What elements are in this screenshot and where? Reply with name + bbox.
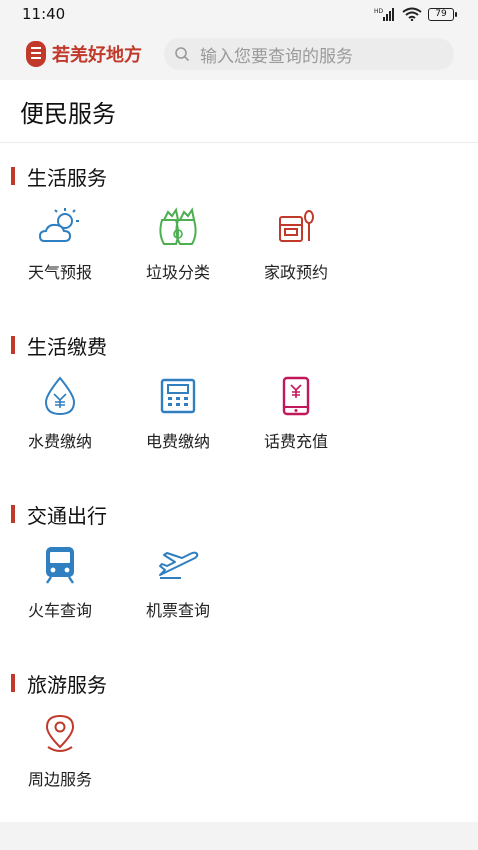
section-header: 生活服务	[0, 161, 478, 191]
service-phone-recharge[interactable]: 话费充值	[246, 374, 346, 452]
battery-level: 79	[435, 8, 447, 19]
service-label: 机票查询	[145, 601, 210, 620]
status-bar: 11:40 HD 79	[0, 0, 478, 28]
page-title-bar: 便民服务	[0, 80, 478, 143]
status-time: 11:40	[22, 5, 66, 23]
housekeeping-icon	[279, 210, 314, 242]
search-input[interactable]: 输入您要查询的服务	[164, 38, 454, 70]
plane-icon	[159, 551, 199, 579]
app-header: 若羌好地方 输入您要查询的服务	[0, 28, 478, 80]
service-housekeeping[interactable]: 家政预约	[246, 205, 346, 283]
wifi-icon	[402, 7, 422, 21]
phone-recharge-icon	[282, 376, 310, 416]
section-title: 生活服务	[27, 165, 107, 190]
service-plane[interactable]: 机票查询	[128, 543, 228, 621]
section-marker	[11, 505, 15, 523]
service-label: 家政预约	[263, 263, 328, 282]
svg-text:HD: HD	[374, 8, 384, 15]
service-label: 周边服务	[27, 770, 92, 789]
service-nearby[interactable]: 周边服务	[10, 712, 110, 790]
section-header: 交通出行	[0, 499, 478, 529]
section-marker	[11, 167, 15, 185]
service-label: 火车查询	[27, 601, 92, 620]
section-title: 交通出行	[27, 503, 107, 528]
location-pin-icon	[45, 714, 75, 752]
service-label: 天气预报	[27, 263, 92, 282]
page-title: 便民服务	[20, 99, 116, 128]
battery-icon: 79	[428, 7, 457, 21]
signal-icon: HD	[374, 8, 394, 21]
services-content: 生活服务 天气预报 垃圾分类 家政预约 生活缴费 水费缴纳 电费缴纳 话费充值 …	[0, 143, 478, 822]
service-garbage-sort[interactable]: 垃圾分类	[128, 205, 228, 283]
section-title: 旅游服务	[27, 672, 107, 697]
service-train[interactable]: 火车查询	[10, 543, 110, 621]
section-header: 生活缴费	[0, 330, 478, 360]
service-label: 水费缴纳	[27, 432, 92, 451]
app-logo-icon	[26, 41, 46, 67]
service-water-bill[interactable]: 水费缴纳	[10, 374, 110, 452]
water-bill-icon	[44, 376, 76, 416]
weather-icon	[38, 208, 79, 242]
garbage-sort-icon	[159, 207, 197, 245]
section-marker	[11, 336, 15, 354]
status-icons: HD 79	[374, 7, 457, 21]
section-travel: 旅游服务 周边服务	[0, 668, 478, 812]
train-icon	[46, 547, 74, 584]
section-transport: 交通出行 火车查询 机票查询	[0, 499, 478, 643]
app-name: 若羌好地方	[52, 45, 142, 66]
service-label: 垃圾分类	[145, 263, 210, 282]
section-life-payment: 生活缴费 水费缴纳 电费缴纳 话费充值	[0, 330, 478, 474]
service-electricity-bill[interactable]: 电费缴纳	[128, 374, 228, 452]
section-title: 生活缴费	[27, 334, 107, 359]
search-icon	[175, 47, 190, 62]
section-life-services: 生活服务 天气预报 垃圾分类 家政预约	[0, 161, 478, 305]
service-weather[interactable]: 天气预报	[10, 205, 110, 283]
section-marker	[11, 674, 15, 692]
service-label: 话费充值	[263, 432, 328, 451]
section-header: 旅游服务	[0, 668, 478, 698]
search-placeholder: 输入您要查询的服务	[200, 46, 353, 67]
service-label: 电费缴纳	[145, 432, 210, 451]
electricity-bill-icon	[160, 378, 196, 414]
